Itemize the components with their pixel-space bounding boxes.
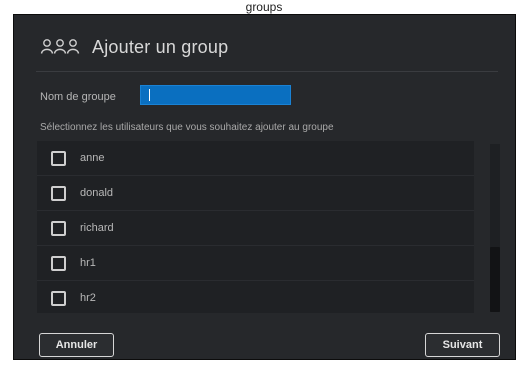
group-name-label: Nom de groupe [40,91,116,103]
user-name: anne [80,152,105,164]
user-list-item[interactable]: donald [37,176,474,211]
next-button[interactable]: Suivant [425,333,500,357]
users-group-icon [40,38,82,56]
dialog-title: Ajouter un group [92,36,229,57]
user-checkbox[interactable] [51,150,66,166]
scrollbar-thumb[interactable] [490,247,500,312]
user-list-item[interactable]: anne [37,141,474,176]
user-name: hr1 [80,257,96,269]
user-list-item[interactable]: hr1 [37,246,474,281]
select-users-instruction: Sélectionnez les utilisateurs que vous s… [40,122,334,133]
user-checkbox[interactable] [51,220,66,236]
user-checkbox[interactable] [51,185,66,201]
dialog-header: Ajouter un group [40,35,228,59]
user-list[interactable]: anne donald richard hr1 hr2 [37,141,474,313]
user-name: hr2 [80,292,96,304]
add-group-dialog: Ajouter un group Nom de groupe Sélection… [13,14,516,360]
user-name: richard [80,222,114,234]
user-checkbox[interactable] [51,255,66,271]
user-list-scrollbar[interactable] [490,144,500,312]
user-checkbox[interactable] [51,290,66,306]
cancel-button[interactable]: Annuler [39,333,114,357]
user-list-item[interactable]: hr2 [37,281,474,313]
user-list-item[interactable]: richard [37,211,474,246]
header-divider [36,71,498,72]
user-name: donald [80,187,114,199]
text-cursor [149,89,150,101]
group-name-input[interactable] [140,85,291,105]
